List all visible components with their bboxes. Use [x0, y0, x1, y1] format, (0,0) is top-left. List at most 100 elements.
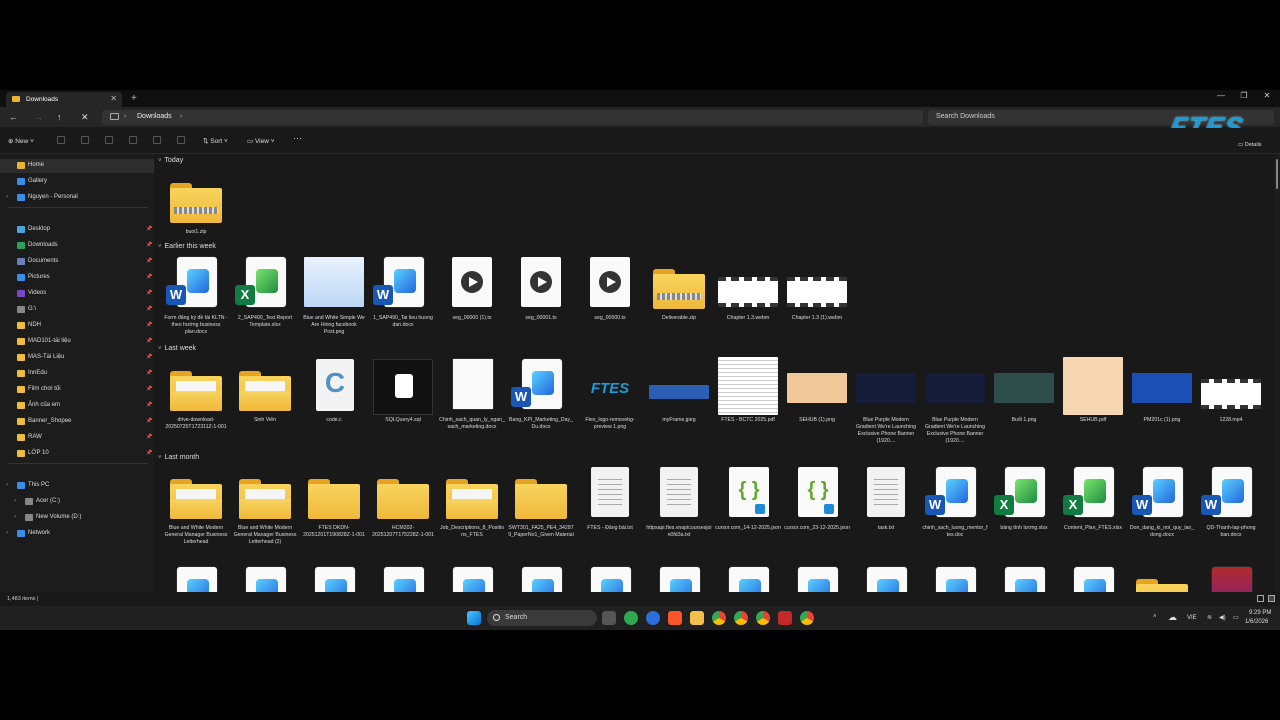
file-item[interactable] — [783, 565, 851, 592]
sidebar-item[interactable]: Videos 📌 — [0, 287, 154, 301]
task-view-icon[interactable] — [602, 611, 616, 625]
file-item[interactable]: Wchinh_sach_luong_mentor_ftes.doc — [921, 465, 989, 539]
tiles-view-icon[interactable] — [1268, 595, 1275, 602]
file-item[interactable]: Chapter 1.3 (1).webm — [783, 255, 851, 322]
chevron-right-icon[interactable]: › — [14, 514, 16, 520]
file-item[interactable]: drive-download-20250725T172311Z-1-001 — [162, 357, 230, 431]
sidebar-item[interactable]: › New Volume (D:) — [8, 511, 162, 525]
group-header[interactable]: ˅ Today — [158, 157, 183, 164]
file-item[interactable]: task.txt — [852, 465, 920, 532]
file-item[interactable] — [231, 565, 299, 592]
file-item[interactable]: Chapter 1.3.webm — [714, 255, 782, 322]
file-item[interactable] — [714, 565, 782, 592]
file-item[interactable]: W Form đăng ký đề tài KLTN - theo hướng b… — [162, 255, 230, 336]
chevron-right-icon[interactable]: › — [6, 194, 8, 200]
file-item[interactable]: Blue Purple Modern Gradient We're Launch… — [852, 357, 920, 445]
file-item[interactable]: FTES - Đăng bài.txt — [576, 465, 644, 532]
brave-icon[interactable] — [668, 611, 682, 625]
file-item[interactable]: SEHUB (1).png — [783, 357, 851, 424]
file-item[interactable]: Deliverable.zip — [645, 255, 713, 322]
back-arrow-icon[interactable]: ← — [9, 112, 18, 122]
view-button[interactable]: ▭ View ˅ — [247, 137, 275, 145]
chrome-icon[interactable] — [712, 611, 726, 625]
file-item[interactable]: Chinh_sach_quan_ly_ngan_sach_marketing.d… — [438, 357, 506, 431]
file-item[interactable]: Xbảng tính lương.xlsx — [990, 465, 1058, 532]
chevron-down-icon[interactable]: ˅ — [158, 244, 162, 250]
close-window-button[interactable]: ✕ — [1257, 91, 1277, 100]
file-item[interactable]: W QD-Thanh-lap-phong ban.docx — [1197, 465, 1265, 539]
file-item[interactable]: buoi1.zip — [162, 169, 230, 236]
file-item[interactable]: SQLQuery4.sql — [369, 357, 437, 424]
file-item[interactable]: PM201c (1).png — [1128, 357, 1196, 424]
new-tab-button[interactable]: + — [131, 93, 137, 104]
sidebar-item[interactable]: Ảnh của em 📌 — [0, 399, 154, 413]
group-header[interactable]: ˅ Last week — [158, 345, 196, 352]
chevron-down-icon[interactable]: ˅ — [158, 455, 162, 461]
file-explorer-icon[interactable] — [690, 611, 704, 625]
sidebar-item[interactable]: Desktop 📌 — [0, 223, 154, 237]
sidebar-item[interactable]: RAW 📌 — [0, 431, 154, 445]
chrome-icon[interactable] — [734, 611, 748, 625]
file-item[interactable]: seg_00001.ts — [507, 255, 575, 322]
sidebar-item[interactable]: › Acer (C:) — [8, 495, 162, 509]
file-item[interactable]: Blue and White Simple We Are Hiring face… — [300, 255, 368, 336]
file-item[interactable] — [1128, 565, 1196, 592]
file-item[interactable] — [369, 565, 437, 592]
wifi-icon[interactable]: ≋ — [1207, 614, 1212, 621]
file-item[interactable]: Blue Purple Modern Gradient We're Launch… — [921, 357, 989, 445]
sidebar-item[interactable]: LỚP 10 📌 — [0, 447, 154, 461]
file-item[interactable]: Blue and White Modern General Manager Bu… — [162, 465, 230, 546]
sort-button[interactable]: ⇅ Sort ˅ — [203, 137, 228, 145]
chrome-icon[interactable] — [756, 611, 770, 625]
rename-icon[interactable] — [129, 136, 137, 144]
chevron-right-icon[interactable]: › — [6, 530, 8, 536]
file-item[interactable] — [852, 565, 920, 592]
file-item[interactable] — [300, 565, 368, 592]
file-item[interactable] — [1197, 565, 1265, 592]
sidebar-item[interactable]: Documents 📌 — [0, 255, 154, 269]
file-item[interactable] — [921, 565, 989, 592]
breadcrumb[interactable]: Downloads — [137, 113, 172, 120]
clock-date[interactable]: 1/6/2026 — [1245, 619, 1268, 625]
windows-start-icon[interactable] — [467, 611, 481, 625]
file-item[interactable]: W Don_dang_ki_noi_quy_lao_dong.docx — [1128, 465, 1196, 539]
taskbar-search[interactable]: Search — [487, 610, 597, 626]
sidebar-item[interactable]: Pictures 📌 — [0, 271, 154, 285]
file-item[interactable]: Sinh Viên — [231, 357, 299, 424]
forward-arrow-icon[interactable]: → — [34, 112, 43, 122]
file-item[interactable]: HCM202-20251207T175228Z-1-001 — [369, 465, 437, 539]
chevron-right-icon[interactable]: › — [6, 482, 8, 488]
more-options-icon[interactable]: ··· — [293, 133, 302, 143]
chevron-right-icon[interactable]: › — [180, 113, 182, 120]
file-item[interactable]: FTES DKDN-20251201T190828Z-1-001 — [300, 465, 368, 539]
delete-icon[interactable] — [177, 136, 185, 144]
sidebar-item[interactable]: › Nguyen - Personal — [0, 191, 154, 205]
clock-time[interactable]: 9:29 PM — [1249, 610, 1271, 616]
minimize-button[interactable]: — — [1211, 91, 1231, 100]
file-item[interactable]: httpsapi.ftes.vnapicoursesjoin0fd3a.txt — [645, 465, 713, 539]
chevron-right-icon[interactable]: › — [124, 113, 126, 120]
share-icon[interactable] — [153, 136, 161, 144]
chrome-icon[interactable] — [800, 611, 814, 625]
file-item[interactable]: { } cursor.com_14-12-2025.json — [714, 465, 782, 532]
file-item[interactable] — [507, 565, 575, 592]
sidebar-item[interactable]: MAD101-tài liệu 📌 — [0, 335, 154, 349]
chevron-up-icon[interactable]: ˄ — [1153, 614, 1157, 620]
file-item[interactable]: SWT301_FA25_PE4_342879_PaperNo1_Given Ma… — [507, 465, 575, 539]
sidebar-item[interactable]: › This PC — [0, 479, 154, 493]
sidebar-item[interactable]: NDH 📌 — [0, 319, 154, 333]
sidebar-item[interactable]: Downloads 📌 — [0, 239, 154, 253]
file-item[interactable]: FTES Ftes_logo-removebg-preview 1.png — [576, 357, 644, 431]
file-item[interactable] — [576, 565, 644, 592]
file-item[interactable]: seg_00000 (1).ts — [438, 255, 506, 322]
file-item[interactable]: SEHUB.pdf — [1059, 357, 1127, 424]
up-arrow-icon[interactable]: ↑ — [57, 112, 62, 122]
tab-downloads[interactable]: Downloads ✕ — [6, 92, 122, 107]
file-item[interactable]: Blue and White Modern General Manager Bu… — [231, 465, 299, 546]
new-button[interactable]: ⊕ New ˅ — [8, 137, 34, 145]
file-item[interactable]: 1228.mp4 — [1197, 357, 1265, 424]
file-item[interactable] — [990, 565, 1058, 592]
volume-icon[interactable]: ◀) — [1219, 614, 1226, 621]
file-item[interactable]: Buổi 1.png — [990, 357, 1058, 424]
file-item[interactable]: W Bang_KPI_Marketing_Day_Du.docx — [507, 357, 575, 431]
